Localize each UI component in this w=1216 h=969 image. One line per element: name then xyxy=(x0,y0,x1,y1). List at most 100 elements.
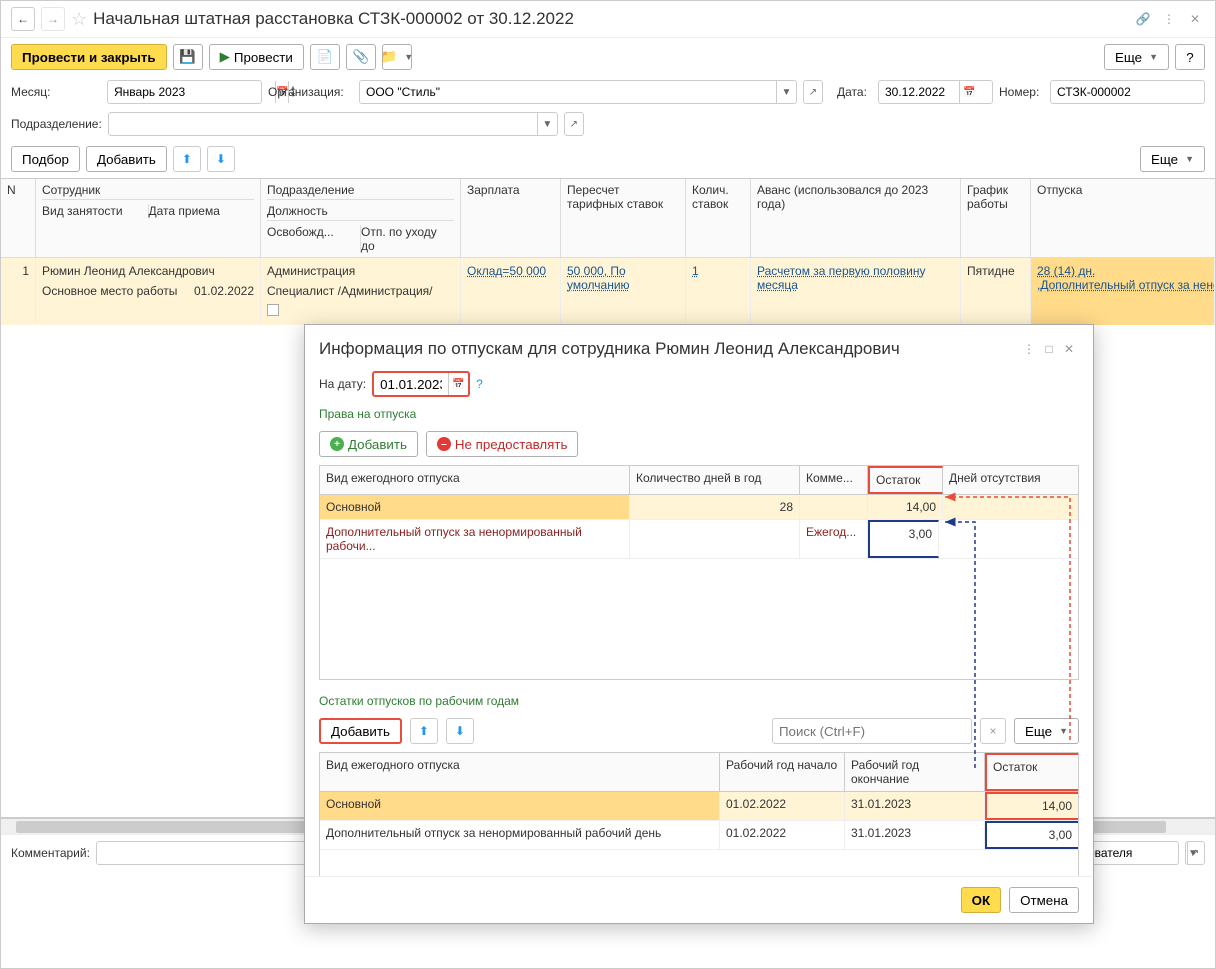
col-employment[interactable]: Вид занятости xyxy=(42,204,149,218)
folder-button[interactable]: 📁▼ xyxy=(382,44,412,70)
col-year-start[interactable]: Рабочий год начало xyxy=(720,753,845,791)
col-vac-type[interactable]: Вид ежегодного отпуска xyxy=(320,753,720,791)
vacation-link-2[interactable]: ,Дополнительный отпуск за ненормированны… xyxy=(1037,278,1215,292)
forward-button[interactable]: → xyxy=(41,7,65,31)
org-label: Организация: xyxy=(268,85,353,99)
dialog-maximize-icon[interactable]: □ xyxy=(1039,339,1059,359)
rights-grid-body[interactable] xyxy=(320,559,1078,679)
col-comment[interactable]: Комме... xyxy=(800,466,868,494)
add-balance-button[interactable]: Добавить xyxy=(319,718,402,744)
balance-row[interactable]: Дополнительный отпуск за ненормированный… xyxy=(320,821,1078,850)
col-recalc[interactable]: Пересчет тарифных ставок xyxy=(561,179,686,258)
dialog-footer: ОК Отмена xyxy=(305,876,1093,923)
advance-link[interactable]: Расчетом за первую половину месяца xyxy=(757,264,926,292)
rights-grid: Вид ежегодного отпуска Количество дней в… xyxy=(319,465,1079,680)
rights-row[interactable]: Основной 28 14,00 xyxy=(320,495,1078,520)
close-icon[interactable]: ✕ xyxy=(1185,9,1205,29)
col-balance[interactable]: Остаток xyxy=(868,466,943,494)
resp-open-icon[interactable]: ↗ xyxy=(1185,841,1205,865)
dialog-close-icon[interactable]: ✕ xyxy=(1059,339,1079,359)
date-input[interactable]: 📅 xyxy=(878,80,993,104)
dialog-titlebar: Информация по отпускам для сотрудника Рю… xyxy=(305,325,1093,367)
salary-link[interactable]: Оклад=50 000 xyxy=(467,264,546,278)
balances-more-button[interactable]: Еще▼ xyxy=(1014,718,1079,744)
add-button[interactable]: Добавить xyxy=(86,146,167,172)
released-checkbox[interactable] xyxy=(267,304,279,316)
col-released[interactable]: Освобожд... xyxy=(267,225,361,253)
col-balance[interactable]: Остаток xyxy=(985,753,1078,791)
rights-grid-header: Вид ежегодного отпуска Количество дней в… xyxy=(320,466,1078,495)
dept-open-icon[interactable]: ↗ xyxy=(564,112,584,136)
col-vac-type[interactable]: Вид ежегодного отпуска xyxy=(320,466,630,494)
form-row-2: Подразделение: ▼ ↗ xyxy=(1,108,1215,140)
dept-input[interactable]: ▼ xyxy=(108,112,558,136)
grid-toolbar: Подбор Добавить ⬆ ⬇ Еще▼ xyxy=(1,140,1215,178)
month-input[interactable]: 📅 ▲▼ xyxy=(107,80,262,104)
help-link[interactable]: ? xyxy=(476,377,483,391)
favorite-icon[interactable]: ☆ xyxy=(71,9,87,30)
col-absent[interactable]: Дней отсутствия xyxy=(943,466,1078,494)
dropdown-icon[interactable]: ▼ xyxy=(776,81,796,103)
back-button[interactable]: ← xyxy=(11,7,35,31)
kebab-icon[interactable]: ⋮ xyxy=(1159,9,1179,29)
number-label: Номер: xyxy=(999,85,1044,99)
balances-grid-body[interactable] xyxy=(320,850,1078,876)
col-advance[interactable]: Аванс (использовался до 2023 года) xyxy=(751,179,961,258)
main-toolbar: Провести и закрыть 💾 ▶Провести 📄 📎 📁▼ Ещ… xyxy=(1,38,1215,76)
dropdown-icon[interactable]: ▼ xyxy=(537,113,557,135)
move-up-button[interactable]: ⬆ xyxy=(410,718,438,744)
col-days[interactable]: Количество дней в год xyxy=(630,466,800,494)
month-label: Месяц: xyxy=(11,85,101,99)
grid-more-button[interactable]: Еще▼ xyxy=(1140,146,1205,172)
col-year-end[interactable]: Рабочий год окончание xyxy=(845,753,985,791)
col-vacations[interactable]: Отпуска xyxy=(1031,179,1215,258)
dialog-title: Информация по отпускам для сотрудника Рю… xyxy=(319,339,1019,359)
org-input[interactable]: ▼ xyxy=(359,80,797,104)
attach-button[interactable]: 📎 xyxy=(346,44,376,70)
help-button[interactable]: ? xyxy=(1175,44,1205,70)
doc-button[interactable]: 📄 xyxy=(310,44,340,70)
col-n[interactable]: N xyxy=(1,179,36,258)
link-icon[interactable]: 🔗 xyxy=(1133,9,1153,29)
rights-row[interactable]: Дополнительный отпуск за ненормированный… xyxy=(320,520,1078,559)
calendar-icon[interactable]: 📅 xyxy=(959,81,979,103)
balances-section-title: Остатки отпусков по рабочим годам xyxy=(319,688,1079,714)
calendar-icon[interactable]: 📅 xyxy=(448,373,468,395)
table-row[interactable]: 1 Рюмин Леонид Александрович Основное ме… xyxy=(1,258,1215,325)
pick-button[interactable]: Подбор xyxy=(11,146,80,172)
post-button[interactable]: ▶Провести xyxy=(209,44,304,70)
clear-search-button[interactable]: × xyxy=(980,718,1006,744)
rights-section-title: Права на отпуска xyxy=(319,401,1079,427)
form-row-1: Месяц: 📅 ▲▼ Организация: ▼ ↗ Дата: 📅 Ном… xyxy=(1,76,1215,108)
post-close-button[interactable]: Провести и закрыть xyxy=(11,44,167,70)
recalc-link[interactable]: 50 000, По умолчанию xyxy=(567,264,630,292)
col-employee[interactable]: Сотрудник Вид занятости Дата приема xyxy=(36,179,261,258)
not-grant-button[interactable]: –Не предоставлять xyxy=(426,431,579,457)
col-hire-date[interactable]: Дата приема xyxy=(149,204,255,218)
rate-link[interactable]: 1 xyxy=(692,264,699,278)
col-leave-until[interactable]: Отп. по уходу до xyxy=(361,225,454,253)
org-open-icon[interactable]: ↗ xyxy=(803,80,823,104)
window-title: Начальная штатная расстановка СТЗК-00000… xyxy=(93,9,1127,29)
col-rate-qty[interactable]: Колич. ставок xyxy=(686,179,751,258)
col-dept[interactable]: Подразделение Должность Освобожд... Отп.… xyxy=(261,179,461,258)
move-down-button[interactable]: ⬇ xyxy=(207,146,235,172)
col-schedule[interactable]: График работы xyxy=(961,179,1031,258)
on-date-input[interactable]: 📅 xyxy=(372,371,470,397)
move-up-button[interactable]: ⬆ xyxy=(173,146,201,172)
dialog-kebab-icon[interactable]: ⋮ xyxy=(1019,339,1039,359)
move-down-button[interactable]: ⬇ xyxy=(446,718,474,744)
balance-row[interactable]: Основной 01.02.2022 31.01.2023 14,00 xyxy=(320,792,1078,821)
vacation-info-dialog: Информация по отпускам для сотрудника Рю… xyxy=(304,324,1094,924)
more-button[interactable]: Еще▼ xyxy=(1104,44,1169,70)
cancel-button[interactable]: Отмена xyxy=(1009,887,1079,913)
number-input[interactable] xyxy=(1050,80,1205,104)
cell-employee: Рюмин Леонид Александрович xyxy=(42,264,254,278)
save-button[interactable]: 💾 xyxy=(173,44,203,70)
comment-label: Комментарий: xyxy=(11,846,90,860)
col-salary[interactable]: Зарплата xyxy=(461,179,561,258)
vacation-link[interactable]: 28 (14) дн. xyxy=(1037,264,1095,278)
search-input[interactable] xyxy=(772,718,972,744)
add-right-button[interactable]: +Добавить xyxy=(319,431,418,457)
ok-button[interactable]: ОК xyxy=(961,887,1002,913)
